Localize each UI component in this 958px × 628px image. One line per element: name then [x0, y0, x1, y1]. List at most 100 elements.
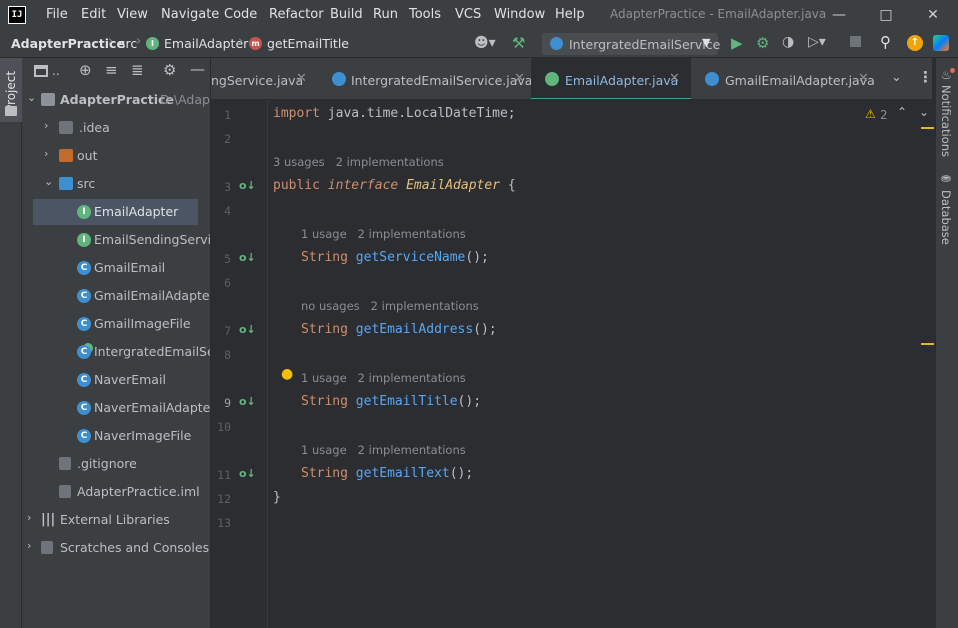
build-hammer-icon[interactable]: ⚒ [512, 34, 525, 52]
code-line-3[interactable]: public interface EmailAdapter { [273, 178, 516, 193]
tab-list-chevron-down-icon[interactable]: ⌄ [891, 70, 902, 85]
inlay-hint[interactable]: 1 usage 2 implementations [301, 443, 466, 457]
menu-refactor[interactable]: Refactor [269, 7, 324, 22]
code-line-9[interactable]: String getEmailTitle(); [301, 394, 481, 409]
menu-navigate[interactable]: Navigate [161, 7, 219, 22]
maximize-icon[interactable]: □ [875, 4, 897, 26]
usages-hint[interactable]: 1 usage [301, 443, 347, 457]
inlay-hint[interactable]: no usages 2 implementations [301, 299, 479, 313]
close-icon[interactable]: ✕ [514, 71, 525, 86]
implementations-hint[interactable]: 2 implementations [336, 155, 444, 169]
tree-item[interactable]: C GmailImageFile [22, 311, 210, 337]
menu-vcs[interactable]: VCS [455, 7, 481, 22]
implementations-hint[interactable]: 2 implementations [358, 443, 466, 457]
menu-code[interactable]: Code [224, 7, 257, 22]
usages-hint[interactable]: 1 usage [301, 227, 347, 241]
coverage-icon[interactable]: ◑ [782, 34, 794, 50]
tree-item[interactable]: › ||| External Libraries [22, 507, 210, 533]
menu-view[interactable]: View [117, 7, 148, 22]
implementations-hint[interactable]: 2 implementations [358, 371, 466, 385]
tree-item[interactable]: I EmailSendingService [22, 227, 210, 253]
usages-hint[interactable]: no usages [301, 299, 360, 313]
breadcrumb-class[interactable]: EmailAdapter [164, 36, 248, 51]
code-line-5[interactable]: String getServiceName(); [301, 250, 489, 265]
code-line-1[interactable]: import java.time.LocalDateTime; [273, 106, 516, 121]
usages-hint[interactable]: 3 usages [273, 155, 325, 169]
database-icon[interactable]: ⛂ [941, 171, 951, 185]
run-icon[interactable]: ▶ [731, 34, 743, 52]
jetbrains-toolbox-icon[interactable] [933, 35, 949, 51]
gear-icon[interactable]: ⚙ [163, 61, 176, 79]
debug-icon[interactable]: ⚙ [756, 34, 769, 52]
project-tool-tab-label[interactable]: Project [4, 62, 18, 112]
tree-item[interactable]: C IntergratedEmailService [22, 339, 210, 365]
chevron-right-icon[interactable]: › [27, 511, 31, 524]
breadcrumb-folder[interactable]: src [119, 36, 137, 51]
code-line-11[interactable]: String getEmailText(); [301, 466, 473, 481]
implementations-gutter-icon[interactable]: o↓ [239, 323, 256, 336]
editor-tab[interactable]: IntergratedEmailService.java ✕ [315, 58, 532, 99]
expand-all-icon[interactable]: ≡ [105, 61, 118, 79]
update-icon[interactable]: ↑ [907, 35, 923, 51]
more-vertical-icon[interactable]: ⋮ [918, 68, 932, 86]
code-editor[interactable]: import java.time.LocalDateTime; 3 usages… [268, 100, 935, 628]
tree-item[interactable]: C NaverEmail [22, 367, 210, 393]
collapse-all-icon[interactable]: ≣ [131, 61, 144, 79]
menu-run[interactable]: Run [373, 7, 398, 22]
implementations-gutter-icon[interactable]: o↓ [239, 467, 256, 480]
warning-icon[interactable]: ⚠ [865, 107, 876, 121]
chevron-down-icon[interactable]: ⌄ [44, 175, 53, 188]
inlay-hint[interactable]: 3 usages 2 implementations [273, 155, 444, 169]
usages-hint[interactable]: 1 usage [301, 371, 347, 385]
menu-build[interactable]: Build [330, 7, 363, 22]
editor-tab-active[interactable]: EmailAdapter.java ✕ [531, 58, 691, 99]
implementations-gutter-icon[interactable]: o↓ [239, 395, 256, 408]
close-icon[interactable]: ✕ [669, 71, 680, 86]
hide-panel-icon[interactable]: — [190, 60, 205, 78]
menu-file[interactable]: File [46, 7, 68, 22]
tree-item[interactable]: ⌄ src [22, 171, 210, 197]
editor-tab[interactable]: GmailEmailAdapter.java ✕ [691, 58, 875, 99]
implementations-hint[interactable]: 2 implementations [358, 227, 466, 241]
more-icon[interactable]: .. [52, 64, 60, 78]
inlay-hint[interactable]: 1 usage 2 implementations [301, 227, 466, 241]
user-icon[interactable]: ☻▾ [474, 35, 496, 51]
close-icon[interactable]: ✕ [858, 71, 869, 86]
code-line-12[interactable]: } [273, 490, 281, 505]
database-tab[interactable]: Database [939, 190, 953, 245]
chevron-right-icon[interactable]: › [27, 539, 31, 552]
tree-item[interactable]: C NaverEmailAdapter [22, 395, 210, 421]
notifications-tab[interactable]: Notifications [939, 85, 953, 157]
locate-icon[interactable]: ⊕ [79, 61, 92, 79]
implementations-hint[interactable]: 2 implementations [371, 299, 479, 313]
chevron-up-icon[interactable]: ⌃ [897, 105, 907, 119]
chevron-right-icon[interactable]: › [44, 147, 48, 160]
profile-icon[interactable]: ▷▾ [808, 34, 826, 50]
stop-icon[interactable] [850, 36, 861, 47]
breadcrumb-method[interactable]: getEmailTitle [267, 36, 349, 51]
tree-item[interactable]: › out [22, 143, 210, 169]
tree-item[interactable]: C GmailEmail [22, 255, 210, 281]
inlay-hint[interactable]: 1 usage 2 implementations [301, 371, 466, 385]
tree-item[interactable]: › .idea [22, 115, 210, 141]
lightbulb-icon[interactable]: ● [281, 366, 293, 382]
run-config-dropdown[interactable]: IntergratedEmailService ▼ [542, 33, 720, 55]
implementations-gutter-icon[interactable]: o↓ [239, 251, 256, 264]
menu-edit[interactable]: Edit [81, 7, 106, 22]
scroll-marker[interactable] [921, 343, 934, 345]
tree-item[interactable]: › Scratches and Consoles [22, 535, 210, 561]
editor-tab[interactable]: ngService.java ✕ [211, 58, 315, 99]
implementations-gutter-icon[interactable]: o↓ [239, 179, 256, 192]
intellij-logo-icon[interactable]: IJ [8, 6, 26, 24]
menu-window[interactable]: Window [494, 7, 545, 22]
tree-item[interactable]: C NaverImageFile [22, 423, 210, 449]
chevron-down-icon[interactable]: ⌄ [27, 91, 36, 104]
tree-item[interactable]: C GmailEmailAdapter [22, 283, 210, 309]
scroll-marker[interactable] [921, 127, 934, 129]
tree-item[interactable]: AdapterPractice.iml [22, 479, 210, 505]
minimize-icon[interactable]: — [828, 4, 850, 26]
menu-help[interactable]: Help [555, 7, 585, 22]
close-icon[interactable]: ✕ [296, 71, 307, 86]
search-icon[interactable]: ⚲ [880, 33, 891, 51]
close-icon[interactable]: ✕ [922, 4, 944, 26]
